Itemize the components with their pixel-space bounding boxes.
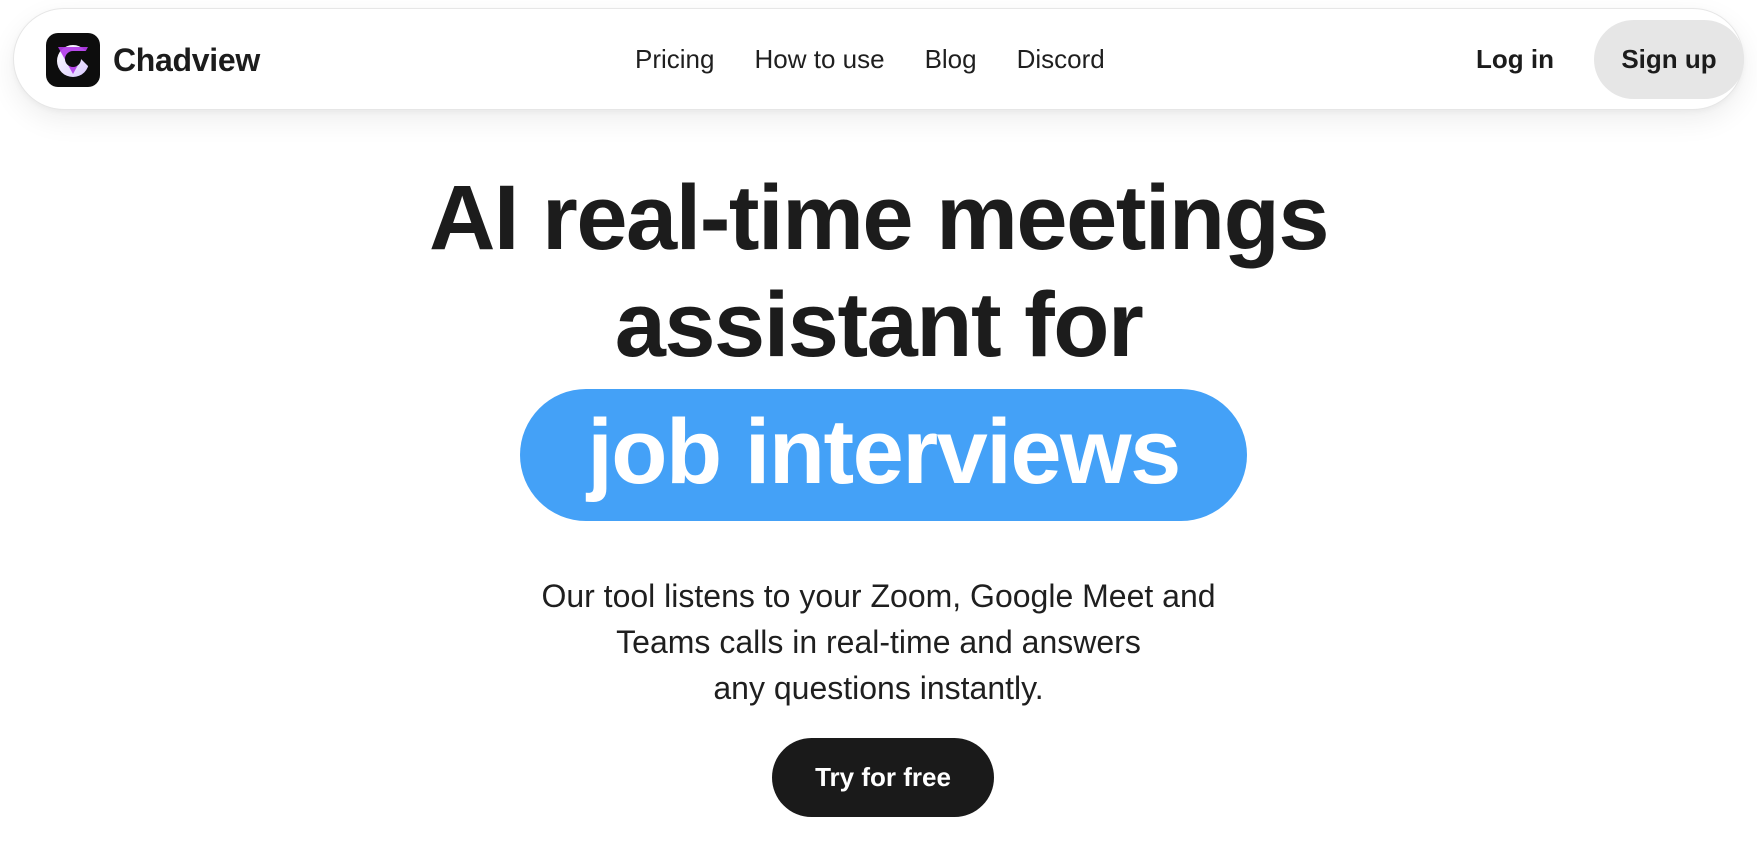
nav-link-discord[interactable]: Discord bbox=[1017, 44, 1105, 75]
hero-title-line-1: AI real-time meetings bbox=[428, 167, 1330, 269]
subtitle-line: Teams calls in real-time and answers bbox=[616, 624, 1141, 660]
brand-name: Chadview bbox=[113, 41, 260, 78]
highlight-text: job interviews bbox=[587, 401, 1181, 503]
hero-title-line-2: assistant for bbox=[614, 274, 1144, 376]
try-for-free-button[interactable]: Try for free bbox=[772, 738, 994, 817]
nav-link-how-to-use[interactable]: How to use bbox=[754, 44, 884, 75]
login-link[interactable]: Log in bbox=[1476, 9, 1554, 109]
top-navbar: Chadview Pricing How to use Blog Discord… bbox=[13, 8, 1744, 110]
main-nav: Pricing How to use Blog Discord bbox=[635, 9, 1105, 109]
subtitle-line: Our tool listens to your Zoom, Google Me… bbox=[541, 578, 1216, 614]
hero-subtitle: Our tool listens to your Zoom, Google Me… bbox=[0, 573, 1757, 711]
subtitle-line: any questions instantly. bbox=[713, 670, 1044, 706]
brand-home-link[interactable]: Chadview bbox=[46, 33, 260, 87]
chadview-logo-icon bbox=[46, 33, 100, 87]
nav-link-blog[interactable]: Blog bbox=[925, 44, 977, 75]
nav-link-pricing[interactable]: Pricing bbox=[635, 44, 714, 75]
highlight-pill: job interviews bbox=[520, 389, 1247, 521]
signup-button[interactable]: Sign up bbox=[1594, 20, 1744, 99]
